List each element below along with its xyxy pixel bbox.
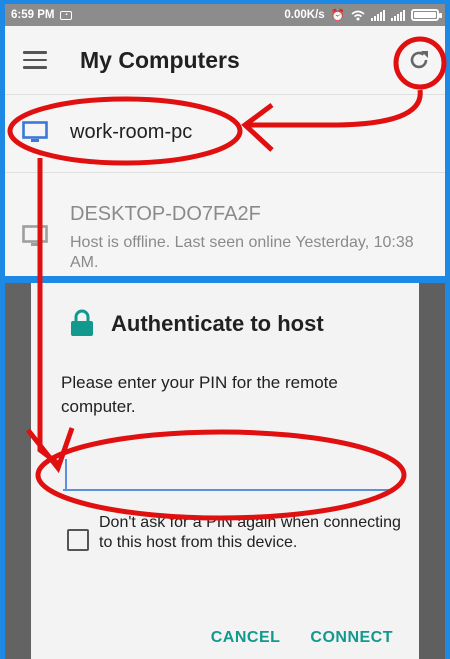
battery-icon bbox=[411, 9, 442, 21]
dialog-message: Please enter your PIN for the remote com… bbox=[61, 373, 338, 416]
host-name: work-room-pc bbox=[70, 121, 193, 143]
status-time: 6:59 PM bbox=[11, 9, 55, 21]
dialog-actions: CANCEL CONNECT bbox=[211, 629, 393, 647]
monitor-icon bbox=[22, 121, 48, 142]
wifi-icon bbox=[351, 10, 365, 20]
status-bar: 6:59 PM ▪ 0.00K/s ⏰ bbox=[5, 4, 445, 26]
refresh-icon[interactable] bbox=[407, 48, 431, 72]
dont-ask-label: Don't ask for a PIN again when connectin… bbox=[99, 514, 401, 551]
app-bar: My Computers bbox=[5, 26, 445, 94]
monitor-offline-icon bbox=[22, 225, 48, 246]
authenticate-dialog: Authenticate to host Please enter your P… bbox=[31, 283, 419, 659]
host-name: DESKTOP-DO7FA2F bbox=[70, 203, 261, 225]
computers-screen: 6:59 PM ▪ 0.00K/s ⏰ My Computers work-ro… bbox=[5, 4, 445, 276]
net-speed: 0.00K/s bbox=[284, 9, 325, 21]
dont-ask-checkbox[interactable] bbox=[67, 529, 89, 551]
text-caret bbox=[65, 459, 67, 489]
hamburger-menu-icon[interactable] bbox=[23, 51, 47, 69]
host-item-online[interactable]: work-room-pc bbox=[5, 94, 445, 172]
host-status: Host is offline. Last seen online Yester… bbox=[70, 234, 414, 271]
signal-icon bbox=[371, 9, 385, 21]
pin-dialog-screen: Authenticate to host Please enter your P… bbox=[5, 283, 445, 659]
page-title: My Computers bbox=[80, 46, 240, 73]
dont-ask-option[interactable]: Don't ask for a PIN again when connectin… bbox=[67, 513, 407, 553]
lock-icon bbox=[71, 309, 93, 336]
notification-icon: ▪ bbox=[60, 10, 73, 20]
signal-icon-2 bbox=[391, 9, 405, 21]
dimmed-edge bbox=[5, 283, 31, 659]
pin-input[interactable] bbox=[63, 451, 389, 491]
connect-button[interactable]: CONNECT bbox=[310, 629, 393, 647]
alarm-icon: ⏰ bbox=[330, 10, 345, 22]
dialog-title: Authenticate to host bbox=[111, 311, 324, 336]
cancel-button[interactable]: CANCEL bbox=[211, 629, 281, 647]
host-item-offline[interactable]: DESKTOP-DO7FA2F Host is offline. Last se… bbox=[5, 172, 445, 276]
